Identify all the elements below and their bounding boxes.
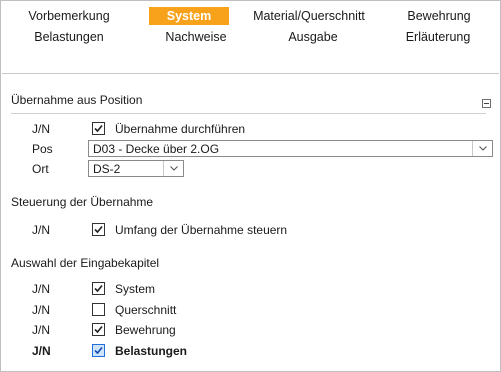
section-title-auswahl: Auswahl der Eingabekapitel — [11, 256, 160, 270]
pos-dropdown-value: D03 - Decke über 2.OG — [93, 142, 220, 156]
querschnitt-checkbox[interactable] — [92, 303, 105, 316]
pos-dropdown[interactable]: D03 - Decke über 2.OG — [88, 140, 493, 157]
tab-separator — [2, 73, 499, 74]
tab-material-querschnitt[interactable]: Material/Querschnitt — [247, 7, 371, 25]
jn-label: J/N — [32, 303, 50, 317]
tab-belastungen[interactable]: Belastungen — [29, 28, 109, 46]
tab-nachweise[interactable]: Nachweise — [161, 28, 231, 46]
tab-erlaeuterung[interactable]: Erläuterung — [400, 28, 476, 46]
tab-bewehrung[interactable]: Bewehrung — [402, 7, 476, 25]
system-checkbox-label: System — [115, 282, 156, 296]
jn-label: J/N — [32, 282, 50, 296]
bewehrung-checkbox-label: Bewehrung — [115, 323, 176, 337]
jn-label: J/N — [32, 323, 50, 337]
ort-dropdown-arrow[interactable] — [163, 161, 183, 176]
umfang-checkbox[interactable] — [92, 223, 105, 236]
dialog-frame: Vorbemerkung System Material/Querschnitt… — [0, 0, 501, 372]
system-checkbox[interactable] — [92, 282, 105, 295]
ort-dropdown[interactable]: DS-2 — [88, 160, 184, 177]
bewehrung-checkbox[interactable] — [92, 323, 105, 336]
check-icon — [94, 325, 103, 334]
ort-label: Ort — [32, 162, 49, 176]
querschnitt-checkbox-label: Querschnitt — [115, 303, 177, 317]
belastungen-checkbox-label: Belastungen — [115, 344, 188, 358]
ort-dropdown-value: DS-2 — [93, 162, 121, 176]
pos-label: Pos — [32, 142, 53, 156]
check-icon — [94, 124, 103, 133]
tab-vorbemerkung[interactable]: Vorbemerkung — [25, 7, 113, 25]
chevron-down-icon — [170, 166, 178, 171]
section-title-steuerung: Steuerung der Übernahme — [11, 195, 154, 209]
collapse-icon[interactable] — [482, 99, 491, 108]
umfang-checkbox-label: Umfang der Übernahme steuern — [115, 223, 288, 237]
check-icon — [94, 284, 103, 293]
section-divider — [11, 113, 486, 114]
uebernahme-checkbox[interactable] — [92, 122, 105, 135]
jn-label: J/N — [32, 344, 51, 358]
section-title-uebernahme: Übernahme aus Position — [11, 93, 143, 107]
check-icon — [94, 346, 103, 355]
pos-dropdown-arrow[interactable] — [472, 141, 492, 156]
tab-ausgabe[interactable]: Ausgabe — [283, 28, 343, 46]
tab-system[interactable]: System — [149, 7, 229, 25]
jn-label: J/N — [32, 122, 50, 136]
belastungen-checkbox[interactable] — [92, 344, 105, 357]
chevron-down-icon — [479, 146, 487, 151]
check-icon — [94, 225, 103, 234]
jn-label: J/N — [32, 223, 50, 237]
uebernahme-checkbox-label: Übernahme durchführen — [115, 122, 246, 136]
